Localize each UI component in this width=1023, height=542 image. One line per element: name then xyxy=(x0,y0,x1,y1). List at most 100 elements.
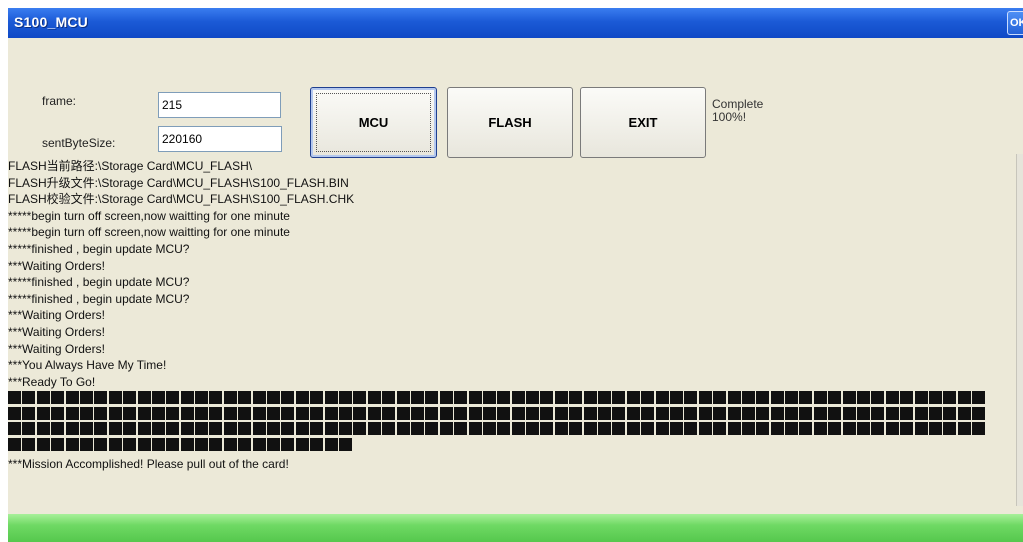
progress-block xyxy=(223,406,237,420)
progress-block xyxy=(238,406,252,420)
progress-block xyxy=(770,406,784,420)
progress-block xyxy=(324,437,338,451)
progress-block xyxy=(166,437,180,451)
progress-block xyxy=(22,406,36,420)
progress-block xyxy=(612,422,626,435)
progress-block xyxy=(741,406,755,420)
mcu-button[interactable]: MCU xyxy=(310,87,437,158)
progress-block xyxy=(94,422,108,435)
progress-block xyxy=(425,406,439,420)
progress-block xyxy=(22,422,36,435)
title-bar[interactable]: S100_MCU OK xyxy=(8,8,1023,38)
progress-block xyxy=(123,391,137,404)
progress-block xyxy=(295,406,309,420)
progress-block xyxy=(454,406,468,420)
progress-block xyxy=(295,437,309,451)
progress-block xyxy=(655,391,669,404)
progress-block xyxy=(209,422,223,435)
progress-block xyxy=(813,391,827,404)
log-line: ***Waiting Orders! xyxy=(8,308,105,323)
progress-block xyxy=(108,391,122,404)
progress-block xyxy=(36,437,50,451)
progress-block xyxy=(123,406,137,420)
log-line: ***Ready To Go! xyxy=(8,374,96,389)
progress-block xyxy=(641,391,655,404)
progress-block xyxy=(828,391,842,404)
progress-block xyxy=(626,406,640,420)
progress-block xyxy=(382,391,396,404)
progress-row xyxy=(8,391,998,407)
progress-block xyxy=(310,437,324,451)
ok-button[interactable]: OK xyxy=(1007,11,1023,35)
progress-block xyxy=(65,391,79,404)
progress-block xyxy=(857,391,871,404)
vertical-scrollbar[interactable] xyxy=(1016,154,1023,506)
progress-block xyxy=(569,422,583,435)
progress-block xyxy=(957,391,971,404)
progress-block xyxy=(151,422,165,435)
sent-byte-size-input[interactable] xyxy=(158,126,282,152)
progress-block xyxy=(583,391,597,404)
progress-block xyxy=(842,422,856,435)
progress-block xyxy=(454,422,468,435)
progress-block xyxy=(756,391,770,404)
progress-block xyxy=(195,406,209,420)
progress-block xyxy=(526,406,540,420)
progress-block xyxy=(943,422,957,435)
progress-block xyxy=(252,391,266,404)
sent-byte-size-label: sentByteSize: xyxy=(42,136,116,150)
progress-block xyxy=(497,422,511,435)
progress-block xyxy=(396,391,410,404)
progress-block xyxy=(626,391,640,404)
progress-block xyxy=(943,391,957,404)
progress-block xyxy=(482,391,496,404)
progress-block xyxy=(180,422,194,435)
progress-block xyxy=(238,422,252,435)
progress-block xyxy=(885,406,899,420)
progress-block xyxy=(123,437,137,451)
progress-block xyxy=(281,437,295,451)
progress-block xyxy=(713,391,727,404)
progress-block xyxy=(454,391,468,404)
progress-block xyxy=(957,422,971,435)
progress-block xyxy=(857,422,871,435)
log-line: *****finished , begin update MCU? xyxy=(8,275,190,290)
progress-block xyxy=(252,422,266,435)
progress-block xyxy=(310,406,324,420)
progress-block xyxy=(770,422,784,435)
progress-block xyxy=(813,406,827,420)
progress-block xyxy=(353,391,367,404)
log-line: ***You Always Have My Time! xyxy=(8,358,167,373)
progress-block xyxy=(468,422,482,435)
progress-block xyxy=(972,406,986,420)
progress-block xyxy=(799,391,813,404)
progress-block xyxy=(79,406,93,420)
progress-block xyxy=(137,391,151,404)
progress-block xyxy=(511,406,525,420)
progress-block xyxy=(655,406,669,420)
progress-block xyxy=(554,391,568,404)
progress-block xyxy=(151,391,165,404)
progress-block xyxy=(641,406,655,420)
progress-block xyxy=(94,406,108,420)
frame-input[interactable] xyxy=(158,92,281,118)
progress-block xyxy=(324,406,338,420)
exit-button[interactable]: EXIT xyxy=(580,87,706,158)
progress-block xyxy=(396,406,410,420)
log-line: *****begin turn off screen,now waitting … xyxy=(8,225,290,240)
progress-block xyxy=(338,422,352,435)
progress-block xyxy=(526,422,540,435)
progress-block xyxy=(871,391,885,404)
progress-block xyxy=(22,391,36,404)
progress-block xyxy=(338,391,352,404)
progress-block xyxy=(569,406,583,420)
progress-block xyxy=(497,406,511,420)
progress-block xyxy=(612,406,626,420)
progress-block xyxy=(770,391,784,404)
log-line: FLASH升级文件:\Storage Card\MCU_FLASH\S100_F… xyxy=(8,175,349,190)
log-line: *****finished , begin update MCU? xyxy=(8,291,190,306)
progress-block xyxy=(51,391,65,404)
flash-button[interactable]: FLASH xyxy=(447,87,573,158)
progress-block xyxy=(252,437,266,451)
progress-block xyxy=(65,422,79,435)
